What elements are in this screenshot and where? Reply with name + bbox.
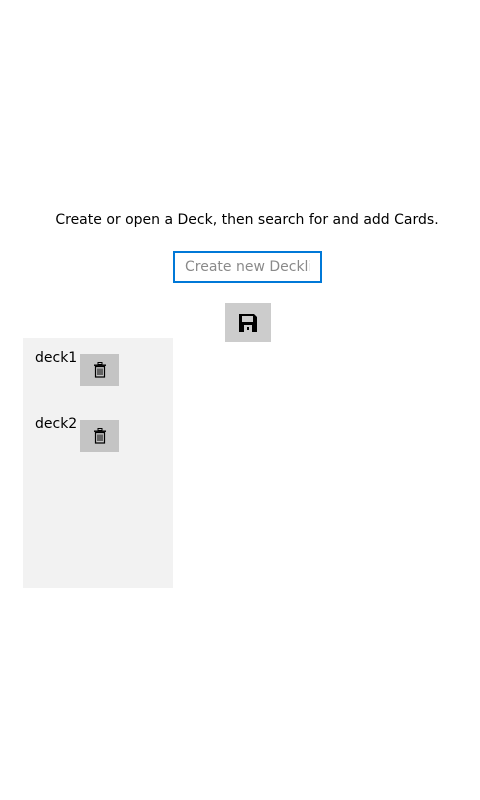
instructions-text: Create or open a Deck, then search for a… [55, 212, 439, 228]
delete-deck-button[interactable] [80, 354, 119, 386]
save-icon [239, 313, 257, 332]
app-page: Create or open a Deck, then search for a… [0, 0, 480, 800]
trash-icon [93, 362, 106, 378]
save-button[interactable] [225, 303, 271, 342]
deck-name[interactable]: deck1 [35, 350, 77, 366]
deck-list: deck1 deck2 [23, 338, 173, 588]
deck-name[interactable]: deck2 [35, 416, 77, 432]
delete-deck-button[interactable] [80, 420, 119, 452]
trash-icon [93, 428, 106, 444]
new-decklist-input[interactable] [173, 251, 322, 283]
